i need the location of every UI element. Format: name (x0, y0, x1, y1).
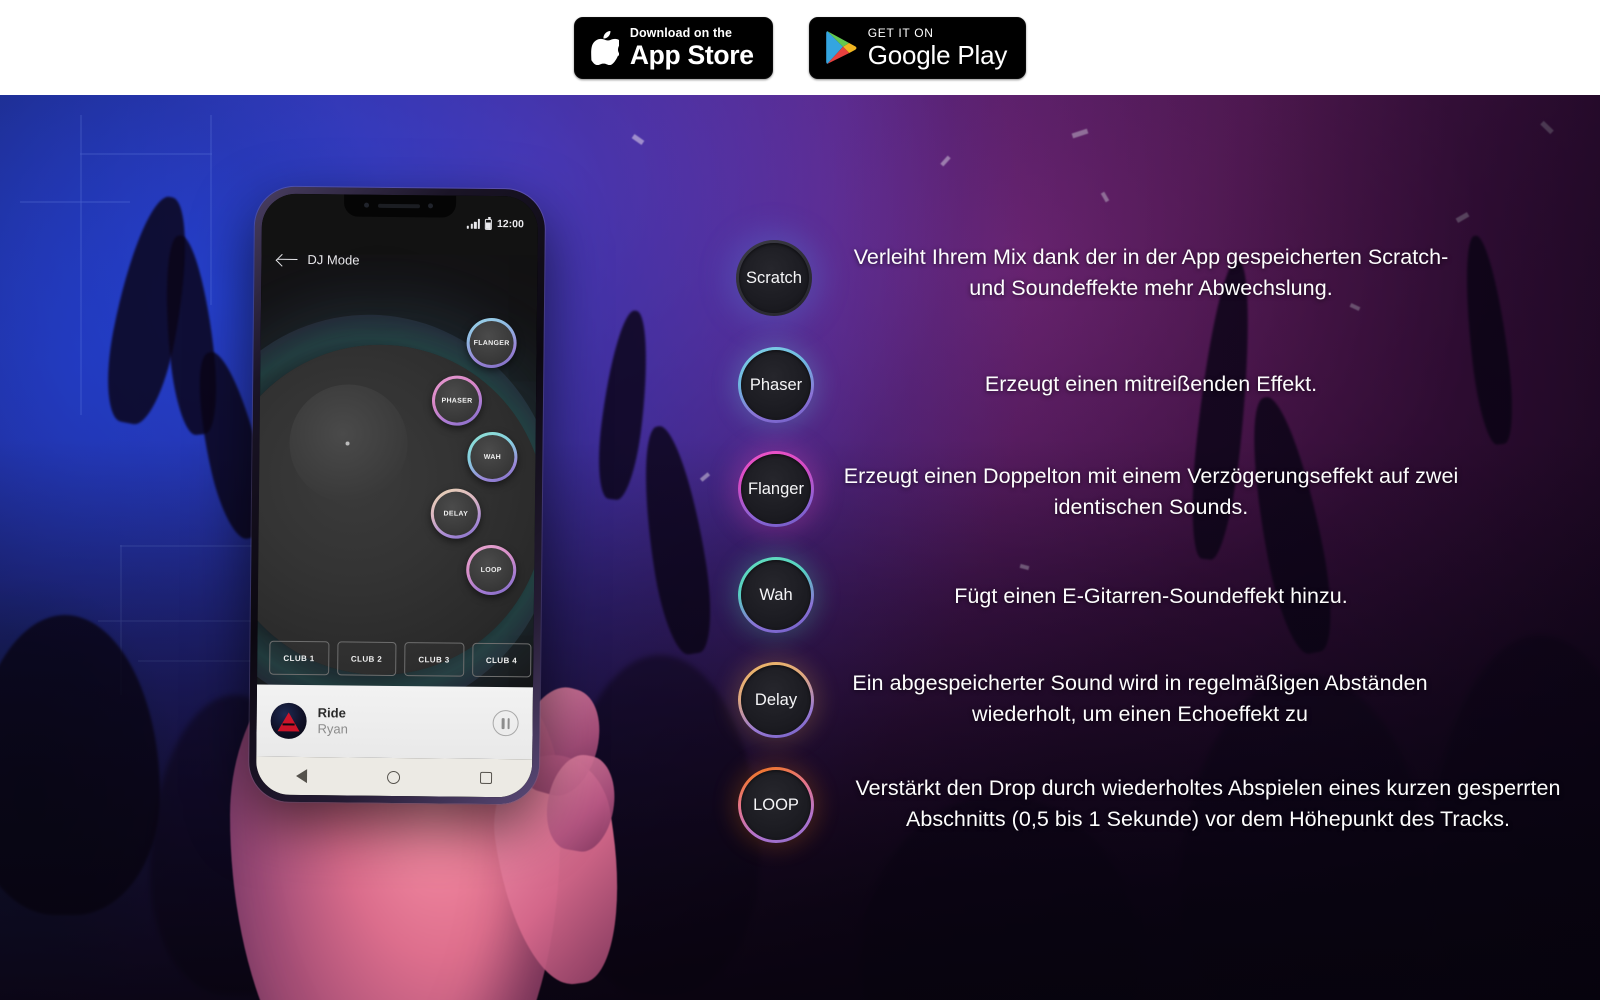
app-store-badge-small-label: Download on the (629, 25, 732, 40)
club-preset-4[interactable]: CLUB 4 (471, 642, 532, 678)
feature-phaser-description: Erzeugt einen mitreißenden Effekt. (984, 372, 1318, 396)
feature-scratch-button[interactable]: Scratch (736, 240, 812, 316)
club-preset-2[interactable]: CLUB 2 (336, 641, 397, 677)
feature-delay-label: Delay (754, 690, 798, 709)
album-art-triangle-icon (270, 702, 307, 740)
android-back-icon[interactable] (295, 768, 308, 784)
feature-wah-description: Fügt einen E-Gitarren-Soundeffekt hinzu. (954, 584, 1348, 608)
app-screen: 12:00 DJ Mode FLANGER PHASER WAH DELAY L… (255, 193, 539, 798)
feature-loop-description: Verstärkt den Drop durch wiederholtes Ab… (855, 776, 1561, 831)
fx-knob-phaser-label: PHASER (434, 378, 480, 423)
club-preset-3[interactable]: CLUB 3 (404, 642, 464, 677)
turntable-platter[interactable] (255, 343, 539, 677)
feature-flanger-label: Flanger (748, 479, 804, 498)
club-preset-row: CLUB 1 CLUB 2 CLUB 3 CLUB 4 (269, 640, 532, 678)
phone-notch (343, 194, 457, 218)
fx-knob-delay[interactable]: DELAY (430, 488, 482, 539)
fx-knob-flanger[interactable]: FLANGER (466, 317, 517, 369)
feature-delay-description: Ein abgespeicherter Sound wird in regelm… (852, 671, 1428, 726)
fx-knob-loop[interactable]: LOOP (465, 544, 517, 596)
google-play-badge-big-label: Google Play (867, 40, 1008, 70)
fx-knob-wah[interactable]: WAH (467, 431, 518, 483)
signal-bars-icon (466, 218, 481, 229)
feature-scratch-label: Scratch (746, 268, 802, 287)
feature-wah-label: Wah (759, 585, 793, 604)
turntable-spindle-icon (345, 441, 350, 446)
fx-knob-delay-label: DELAY (433, 491, 479, 536)
track-title: Ride (317, 705, 346, 721)
now-playing-text: Ride Ryan (317, 705, 481, 738)
app-store-badge[interactable]: Download on the App Store (573, 16, 773, 79)
fx-knob-loop-label: LOOP (468, 547, 514, 593)
promo-page: Download on the App Store GET IT ON Goog… (0, 0, 1600, 1000)
now-playing-bar: Ride Ryan (256, 684, 533, 760)
feature-loop-label: LOOP (753, 795, 799, 814)
club-preset-1[interactable]: CLUB 1 (269, 640, 329, 676)
feature-flanger-description: Erzeugt einen Doppelton mit einem Verzög… (843, 464, 1459, 519)
pause-icon[interactable] (492, 710, 519, 737)
feature-phaser-label: Phaser (749, 375, 803, 394)
feature-flanger-button[interactable]: Flanger (738, 451, 814, 527)
app-bar-title: DJ Mode (307, 252, 360, 268)
track-artist: Ryan (317, 721, 348, 737)
android-recents-icon[interactable] (479, 771, 493, 785)
google-play-badge-small-label: GET IT ON (867, 26, 934, 40)
fx-knob-wah-label: WAH (470, 434, 515, 480)
battery-icon (484, 218, 493, 230)
feature-scratch-description: Verleiht Ihrem Mix dank der in der App g… (853, 245, 1449, 300)
app-bar[interactable]: DJ Mode (277, 252, 359, 268)
feature-delay-button[interactable]: Delay (738, 662, 814, 738)
phone-screen-frame: 12:00 DJ Mode FLANGER PHASER WAH DELAY L… (255, 193, 539, 798)
google-play-badge[interactable]: GET IT ON Google Play (808, 16, 1027, 79)
fx-knob-phaser[interactable]: PHASER (431, 375, 483, 426)
back-arrow-icon[interactable] (277, 254, 297, 265)
android-nav-bar (255, 756, 533, 798)
feature-phaser-button[interactable]: Phaser (738, 347, 814, 423)
fx-knob-flanger-label: FLANGER (469, 320, 514, 366)
phone-mockup: 12:00 DJ Mode FLANGER PHASER WAH DELAY L… (248, 186, 546, 805)
app-store-badge-big-label: App Store (629, 40, 754, 70)
club-background-photo (0, 95, 1600, 1000)
apple-logo-icon (590, 30, 619, 65)
android-home-icon[interactable] (386, 770, 401, 784)
feature-loop-button[interactable]: LOOP (738, 767, 814, 843)
feature-wah-button[interactable]: Wah (738, 557, 814, 633)
status-bar-time: 12:00 (496, 218, 524, 231)
status-bar: 12:00 (466, 218, 524, 231)
google-play-triangle-icon (825, 31, 857, 64)
app-store-badge-bar: Download on the App Store GET IT ON Goog… (0, 0, 1600, 95)
